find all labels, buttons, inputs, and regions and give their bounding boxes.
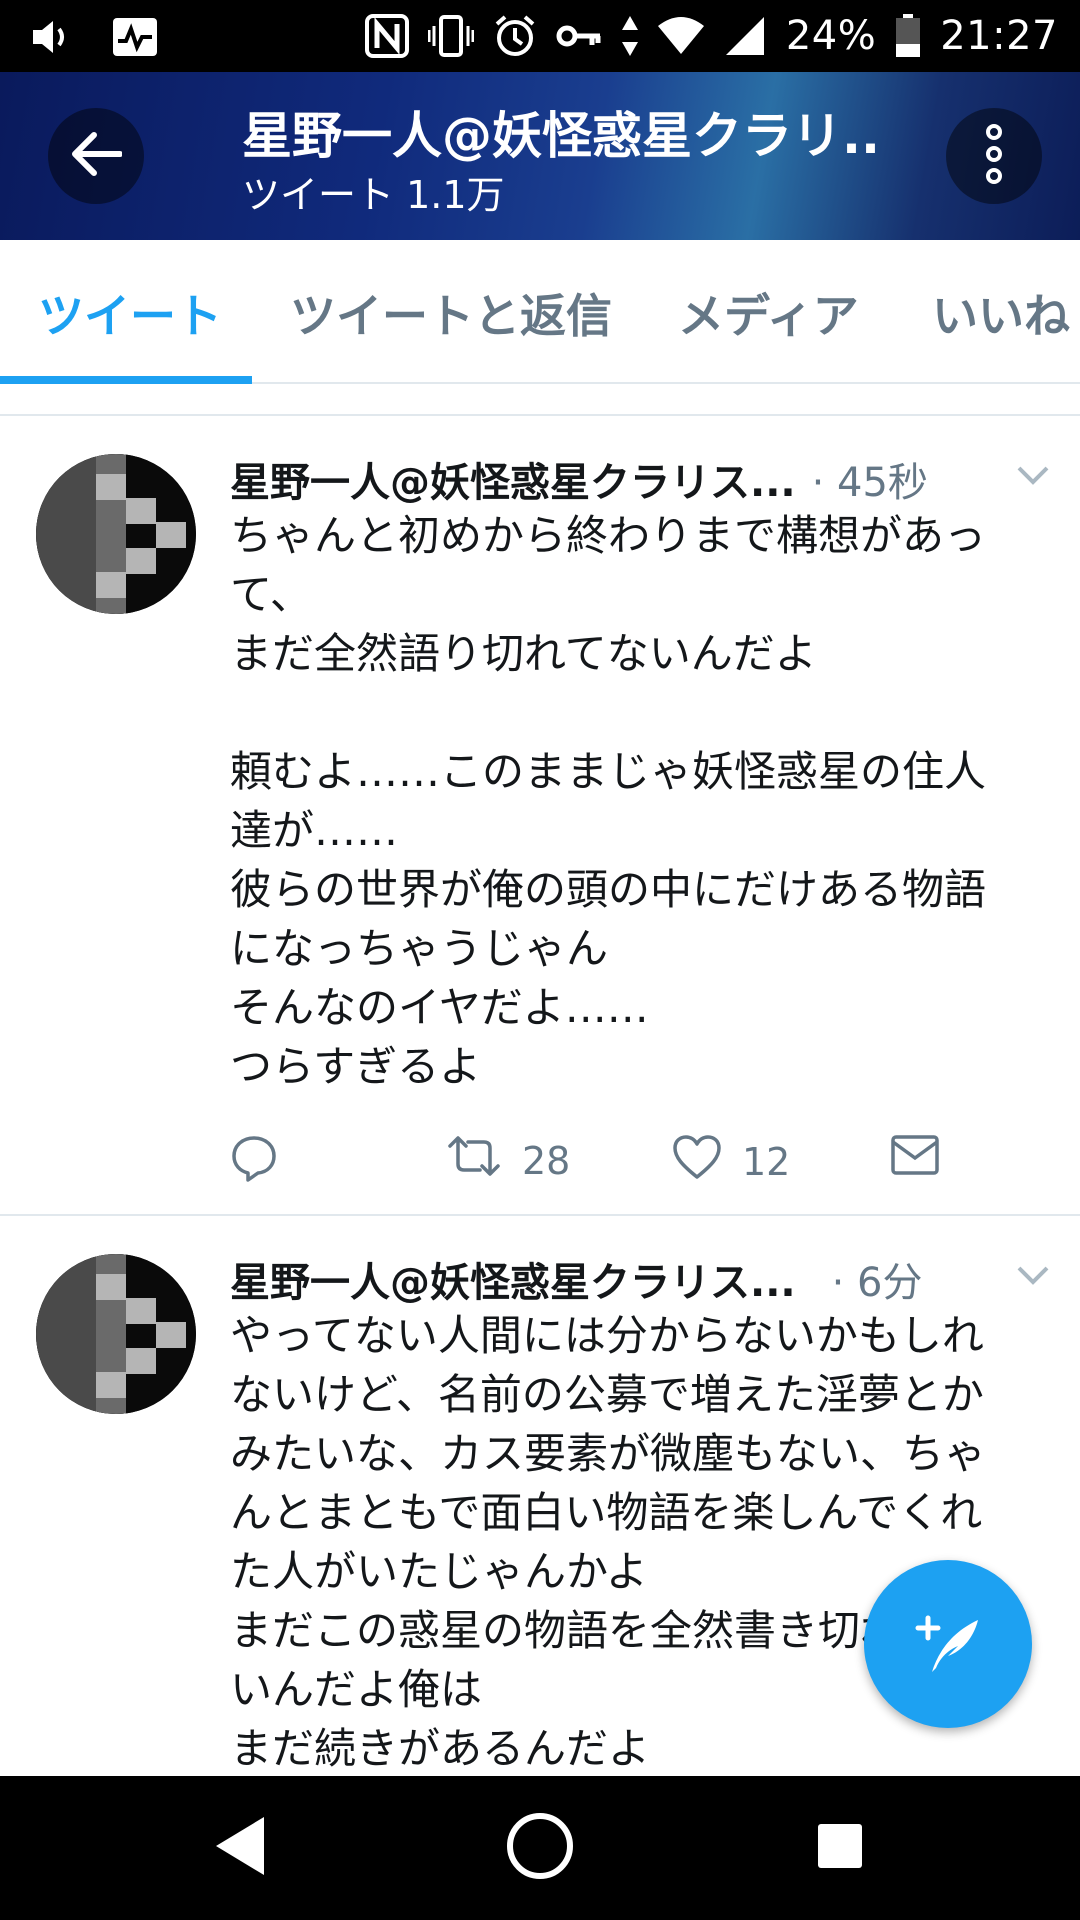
nav-back-button[interactable]: [204, 1812, 276, 1884]
tweet-line: そんなのイヤだよ……: [230, 983, 649, 1032]
system-nav-bar: [0, 1776, 1080, 1920]
more-options-button[interactable]: [946, 108, 1042, 204]
tweet-actions: 28 12: [230, 1134, 1050, 1194]
activity-icon: [112, 14, 158, 60]
tab-likes[interactable]: いいね: [932, 280, 1070, 346]
tweet-author-name[interactable]: 星野一人@妖怪惑星クラリス...: [230, 1250, 796, 1308]
active-tab-indicator: [0, 376, 252, 384]
back-arrow-icon: [70, 132, 123, 180]
tweet-line: 彼らの世界が俺の頭の中にだけある物語: [230, 865, 987, 914]
tweet-timestamp: · 6分: [831, 1260, 923, 1306]
avatar[interactable]: [36, 454, 196, 614]
envelope-icon: [890, 1134, 940, 1185]
tweet-line: みたいな、カス要素が微塵もない、ちゃ: [230, 1429, 987, 1478]
tab-tweets[interactable]: ツイート: [38, 280, 222, 346]
status-bar: 24% 21:27: [0, 0, 1080, 72]
direct-message-button[interactable]: [890, 1134, 940, 1185]
tweet-author-name[interactable]: 星野一人@妖怪惑星クラリス...: [230, 450, 796, 508]
battery-percent: 24%: [785, 13, 877, 59]
tweet-line: ちゃんと初めから終わりまで構想があっ: [230, 511, 987, 560]
data-arrows-icon: [620, 13, 640, 59]
reply-icon: [230, 1134, 278, 1191]
signal-icon: [722, 13, 768, 59]
retweet-icon: [446, 1134, 502, 1187]
tab-tweets-and-replies[interactable]: ツイートと返信: [290, 280, 612, 346]
avatar[interactable]: [36, 1254, 196, 1414]
back-button[interactable]: [48, 108, 144, 204]
tweet-line: て、: [230, 570, 312, 619]
tweet-line: になっちゃうじゃん: [230, 924, 609, 973]
like-button[interactable]: 12: [672, 1134, 790, 1189]
reply-button[interactable]: [230, 1134, 278, 1191]
profile-tabs: ツイート ツイートと返信 メディア いいね: [0, 240, 1080, 384]
tweet-line: 頼むよ……このままじゃ妖怪惑星の住人: [230, 747, 987, 796]
compose-feather-icon: [908, 1602, 988, 1686]
tweet-line: つらすぎるよ: [230, 1042, 482, 1091]
nav-home-button[interactable]: [504, 1812, 576, 1884]
chevron-down-icon[interactable]: [1016, 1264, 1050, 1290]
like-count: 12: [742, 1139, 791, 1184]
volume-icon: [30, 14, 76, 60]
wifi-icon: [657, 13, 704, 59]
tweet-line: やってない人間には分からないかもしれ: [230, 1311, 984, 1360]
tab-media[interactable]: メディア: [678, 280, 859, 346]
tweet-text: ちゃんと初めから終わりまで構想があっ て、 まだ全然語り切れてないんだよ 頼むよ…: [230, 506, 1050, 1096]
divider: [0, 1214, 1080, 1216]
retweet-count: 28: [522, 1138, 571, 1183]
square-recents-icon: [815, 1821, 865, 1875]
chevron-down-icon[interactable]: [1016, 464, 1050, 490]
clock: 21:27: [940, 13, 1058, 59]
key-icon: [556, 13, 602, 59]
circle-home-icon: [505, 1811, 575, 1885]
compose-tweet-button[interactable]: [864, 1560, 1032, 1728]
header-profile-name: 星野一人@妖怪惑星クラリ..: [242, 107, 880, 165]
more-vertical-icon: [984, 124, 1004, 188]
profile-header: 星野一人@妖怪惑星クラリ.. ツイート 1.1万: [0, 72, 1080, 240]
tweet-line: ないけど、名前の公募で増えた淫夢とか: [230, 1370, 984, 1419]
tweet-line: まだ全然語り切れてないんだよ: [230, 629, 817, 678]
tweet-line: まだ続きがあるんだよ: [230, 1724, 651, 1773]
divider: [0, 414, 1080, 416]
vibrate-icon: [427, 13, 474, 59]
nfc-icon: [364, 13, 410, 59]
tweet-line: 達が……: [230, 806, 399, 855]
nav-recents-button[interactable]: [804, 1812, 876, 1884]
tweet-line: [230, 683, 1050, 742]
heart-icon: [672, 1134, 722, 1189]
tweet-line: んとまともで面白い物語を楽しんでくれ: [230, 1488, 983, 1537]
header-tweet-count: ツイート 1.1万: [242, 173, 505, 217]
tweet-timestamp: · 45秒: [811, 460, 928, 506]
triangle-back-icon: [212, 1815, 268, 1881]
alarm-icon: [492, 13, 538, 59]
retweet-button[interactable]: 28: [446, 1134, 570, 1187]
battery-icon: [894, 13, 922, 59]
